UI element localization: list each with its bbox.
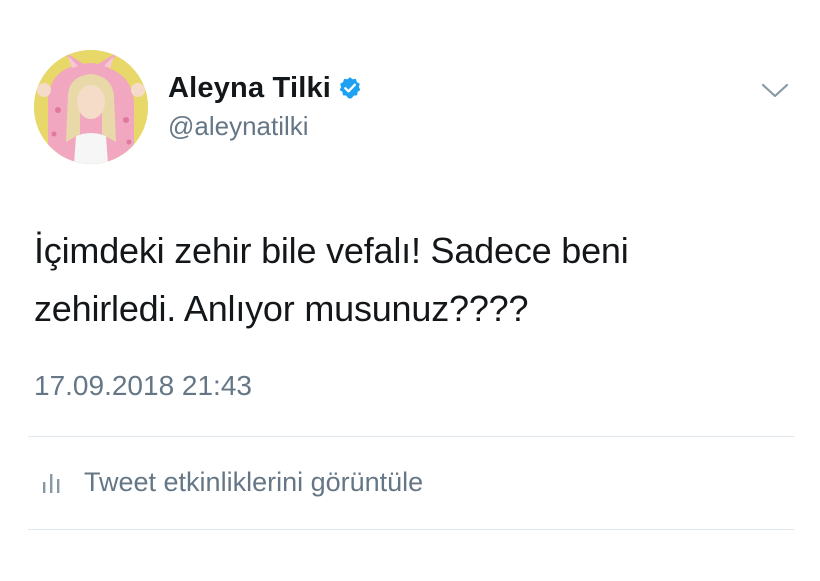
tweet-text-line: zehirledi. Anlıyor musunuz???? bbox=[34, 288, 529, 329]
divider bbox=[28, 436, 794, 437]
view-tweet-activity-link[interactable]: Tweet etkinliklerini görüntüle bbox=[40, 462, 423, 502]
display-name[interactable]: Aleyna Tilki bbox=[168, 72, 331, 105]
tweet-text-line: İçimdeki zehir bile vefalı! Sadece beni bbox=[34, 230, 629, 271]
author-handle[interactable]: @aleynatilki bbox=[168, 111, 309, 142]
verified-badge-icon bbox=[338, 76, 362, 100]
tweet-text: İçimdeki zehir bile vefalı! Sadece beni … bbox=[34, 222, 794, 338]
profile-photo bbox=[34, 50, 148, 164]
tweet-card: Aleyna Tilki @aleynatilki İçimdeki zehir… bbox=[0, 0, 820, 581]
chevron-down-icon[interactable] bbox=[758, 80, 792, 102]
avatar[interactable] bbox=[34, 50, 148, 164]
view-tweet-activity-label: Tweet etkinliklerini görüntüle bbox=[84, 466, 424, 497]
divider bbox=[28, 529, 794, 530]
author-name-row[interactable]: Aleyna Tilki bbox=[168, 70, 362, 106]
tweet-timestamp[interactable]: 17.09.2018 21:43 bbox=[34, 370, 252, 402]
bar-chart-icon bbox=[40, 469, 64, 495]
